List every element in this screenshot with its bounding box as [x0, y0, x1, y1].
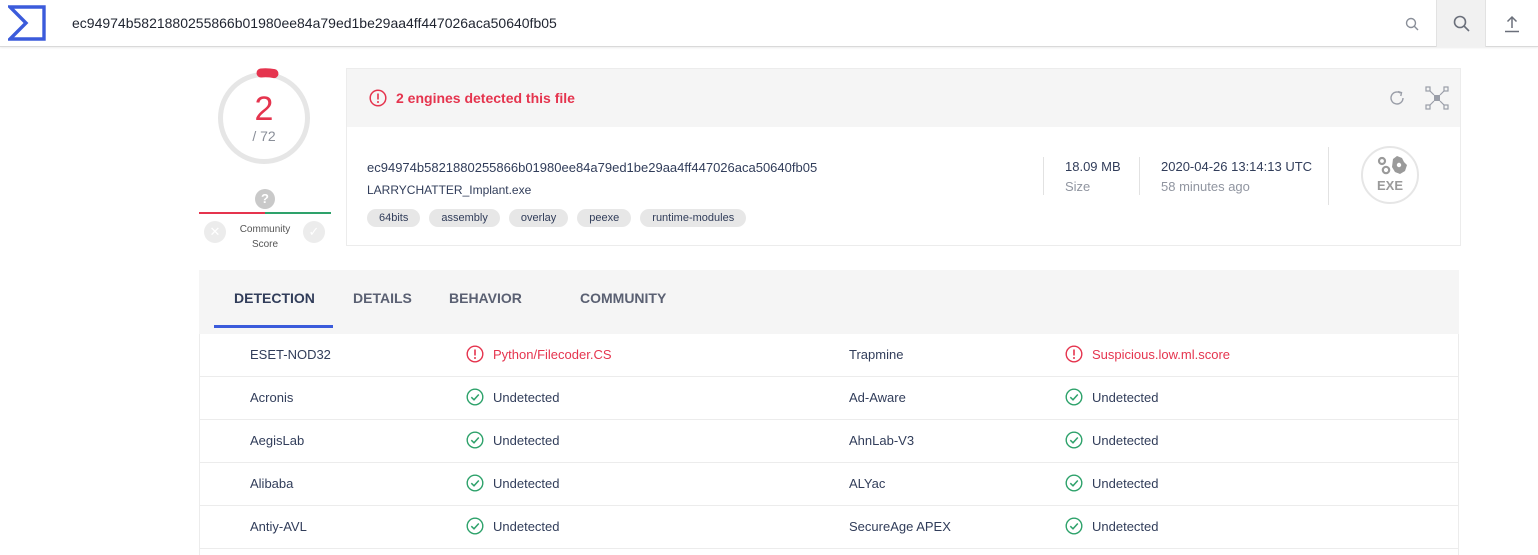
engine-result: Suspicious.low.ml.score — [1065, 345, 1230, 363]
detection-alert: 2 engines detected this file — [369, 89, 575, 107]
search-button[interactable] — [1436, 0, 1486, 47]
tab-detection[interactable]: DETECTION — [234, 290, 315, 306]
check-circle-icon — [1065, 517, 1083, 535]
engine-result: Undetected — [1065, 517, 1159, 535]
engine-result-text: Undetected — [1092, 518, 1159, 534]
detected-count: 2 — [254, 90, 274, 128]
community-score: ? ✕ Community Score ✓ — [199, 186, 331, 256]
engine-name: ALYac — [849, 476, 886, 491]
engine-name: Alibaba — [250, 476, 294, 491]
upload-button[interactable] — [1487, 0, 1537, 47]
engine-result-text: Suspicious.low.ml.score — [1092, 346, 1230, 362]
top-bar: ec94974b5821880255866b01980ee84a79ed1be2… — [0, 0, 1538, 47]
engine-result-text: Undetected — [1092, 432, 1159, 448]
engine-result-text: Undetected — [493, 432, 560, 448]
check-circle-icon — [1065, 474, 1083, 492]
community-label-line2: Score — [251, 239, 279, 250]
virustotal-logo-icon[interactable] — [8, 5, 46, 41]
engine-result-text: Undetected — [1092, 389, 1159, 405]
file-name: LARRYCHATTER_Implant.exe — [367, 183, 532, 197]
engine-result-text: Undetected — [493, 475, 560, 491]
alert-circle-icon — [369, 89, 387, 107]
graph-icon — [1425, 86, 1449, 110]
engine-name: Acronis — [250, 390, 294, 405]
check-circle-icon — [1065, 431, 1083, 449]
gears-icon — [1377, 156, 1407, 175]
engine-name: AegisLab — [250, 433, 305, 448]
detection-score-ring: 2 / 72 — [214, 66, 316, 168]
engine-result-text: Undetected — [493, 389, 560, 405]
detection-alert-text: 2 engines detected this file — [396, 90, 575, 106]
divider — [1328, 147, 1329, 205]
community-score-label: Community Score — [229, 222, 301, 252]
engine-name: AhnLab-V3 — [849, 433, 915, 448]
tag-64bits[interactable]: 64bits — [367, 209, 421, 227]
engine-result: Undetected — [466, 474, 560, 492]
check-circle-icon — [466, 517, 484, 535]
upload-icon — [1505, 15, 1519, 32]
tag-assembly[interactable]: assembly — [429, 209, 500, 227]
table-row: Antiy-AVL Undetected SecureAge APEX Undetec… — [200, 506, 1458, 549]
engine-total: / 72 — [252, 128, 276, 144]
search-icon[interactable] — [1398, 0, 1426, 47]
check-circle-icon — [1065, 388, 1083, 406]
check-circle-icon — [466, 388, 484, 406]
alert-circle-icon — [466, 345, 484, 363]
file-tags: 64bits assembly overlay peexe runtime-mo… — [367, 209, 747, 227]
summary-header: 2 engines detected this file — [347, 69, 1460, 127]
engine-result-text: Undetected — [493, 518, 560, 534]
table-row: ESET-NOD32 Python/Filecoder.CS Trapmine Sus… — [200, 334, 1458, 377]
tag-peexe[interactable]: peexe — [577, 209, 632, 227]
divider — [1043, 157, 1044, 195]
table-row: Alibaba Undetected ALYac Undetected — [200, 463, 1458, 506]
analysis-date: 2020-04-26 13:14:13 UTC — [1161, 159, 1313, 174]
file-summary-card: 2 engines detected this file ec94974b582… — [346, 68, 1461, 246]
engine-result: Python/Filecoder.CS — [466, 345, 612, 363]
file-hash[interactable]: ec94974b5821880255866b01980ee84a79ed1be2… — [367, 160, 817, 175]
file-size-value: 18.09 MB — [1065, 159, 1121, 174]
vote-harmless-button[interactable]: ✓ — [303, 221, 325, 243]
vote-malicious-button[interactable]: ✕ — [204, 221, 226, 243]
engine-result: Undetected — [1065, 431, 1159, 449]
engine-name: Trapmine — [849, 347, 904, 362]
graph-view-button[interactable] — [1425, 86, 1449, 110]
table-row: Acronis Undetected Ad-Aware Undetected — [200, 377, 1458, 420]
analysis-relative-time: 58 minutes ago — [1161, 179, 1250, 194]
divider — [1139, 157, 1140, 195]
engine-result-text: Python/Filecoder.CS — [493, 346, 612, 362]
tag-runtime-modules[interactable]: runtime-modules — [640, 209, 747, 227]
engine-result: Undetected — [1065, 388, 1159, 406]
search-input[interactable]: ec94974b5821880255866b01980ee84a79ed1be2… — [72, 15, 557, 31]
active-tab-indicator — [214, 325, 333, 328]
engine-result-text: Undetected — [1092, 475, 1159, 491]
tag-overlay[interactable]: overlay — [508, 209, 569, 227]
engine-result: Undetected — [466, 517, 560, 535]
engine-result: Undetected — [466, 431, 560, 449]
report-tabs: DETECTION DETAILS BEHAVIOR COMMUNITY — [199, 270, 1459, 334]
engine-result: Undetected — [466, 388, 560, 406]
engine-name: Ad-Aware — [849, 390, 906, 405]
reload-icon — [1390, 90, 1404, 105]
tab-behavior[interactable]: BEHAVIOR — [449, 290, 522, 306]
community-label-line1: Community — [239, 224, 291, 235]
check-circle-icon — [466, 474, 484, 492]
reanalyze-button[interactable] — [1385, 86, 1409, 110]
engine-name: SecureAge APEX — [849, 519, 951, 534]
tab-details[interactable]: DETAILS — [353, 290, 412, 306]
tab-community[interactable]: COMMUNITY — [580, 290, 666, 306]
community-bar-malicious — [199, 212, 265, 214]
table-row: AegisLab Undetected AhnLab-V3 Undetected — [200, 420, 1458, 463]
search-icon — [1453, 15, 1470, 32]
question-icon: ? — [255, 189, 275, 209]
engine-name: ESET-NOD32 — [250, 347, 331, 362]
detection-table: ESET-NOD32 Python/Filecoder.CS Trapmine Sus… — [199, 334, 1459, 555]
file-size-label: Size — [1065, 179, 1091, 194]
alert-circle-icon — [1065, 345, 1083, 363]
exe-filetype-icon: EXE — [1361, 146, 1419, 204]
filetype-label: EXE — [1376, 178, 1403, 193]
engine-result: Undetected — [1065, 474, 1159, 492]
engine-name: Antiy-AVL — [250, 519, 307, 534]
check-circle-icon — [466, 431, 484, 449]
community-bar-harmless — [265, 212, 331, 214]
